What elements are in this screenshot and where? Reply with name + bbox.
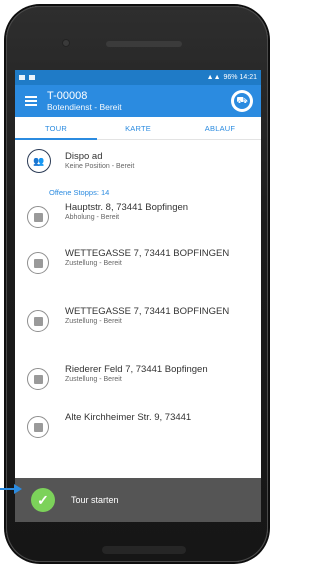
stop-text: Alte Kirchheimer Str. 9, 73441 xyxy=(65,412,235,442)
stop-address: Hauptstr. 8, 73441 Bopfingen xyxy=(65,202,189,213)
stop-meta: Zustellung - Bereit xyxy=(65,318,122,325)
tour-subtitle: Botendienst - Bereit xyxy=(47,102,122,112)
app-screen: ▲▲ 96% 14:21 T-00008 Botendienst - Berei… xyxy=(15,70,261,522)
stop-text: Hauptstr. 8, 73441 Bopfingen Abholung - … xyxy=(65,202,235,248)
stop-address: Riederer Feld 7, 73441 Bopfingen xyxy=(65,364,208,375)
start-tour-label: Tour starten xyxy=(71,495,119,505)
speaker-grille xyxy=(106,41,182,47)
status-left-icons xyxy=(19,75,35,80)
image-icon xyxy=(29,75,35,80)
app-bar: T-00008 Botendienst - Bereit ⛟ xyxy=(15,85,261,117)
stop-address: WETTEGASSE 7, 73441 BOPFINGEN xyxy=(65,306,230,317)
status-bar: ▲▲ 96% 14:21 xyxy=(15,70,261,85)
tab-tour[interactable]: TOUR xyxy=(15,117,97,139)
dispo-status: Keine Position - Bereit xyxy=(65,163,135,170)
stop-text: WETTEGASSE 7, 73441 BOPFINGEN Zustellung… xyxy=(65,306,235,364)
stop-meta: Abholung - Bereit xyxy=(65,214,120,221)
tab-karte[interactable]: KARTE xyxy=(97,117,179,139)
truck-button[interactable]: ⛟ xyxy=(231,90,253,112)
stop-item[interactable]: WETTEGASSE 7, 73441 BOPFINGEN Zustellung… xyxy=(15,306,261,364)
stop-meta: Zustellung - Bereit xyxy=(65,260,122,267)
active-tab-indicator xyxy=(15,138,97,140)
stop-item[interactable]: WETTEGASSE 7, 73441 BOPFINGEN Zustellung… xyxy=(15,248,261,306)
stop-text: WETTEGASSE 7, 73441 BOPFINGEN Zustellung… xyxy=(65,248,235,306)
notification-icon xyxy=(19,75,25,80)
menu-button[interactable] xyxy=(15,85,47,117)
arrow-right-icon xyxy=(0,484,22,494)
home-bar xyxy=(102,546,186,554)
package-icon xyxy=(27,368,49,390)
dispo-item[interactable]: 👥 Dispo ad Keine Position - Bereit xyxy=(15,140,261,182)
stop-meta: Zustellung - Bereit xyxy=(65,376,122,383)
package-icon xyxy=(27,206,49,228)
tab-ablauf[interactable]: ABLAUF xyxy=(179,117,261,139)
package-icon xyxy=(27,252,49,274)
status-right: ▲▲ 96% 14:21 xyxy=(207,74,257,81)
start-tour-bar[interactable]: ✓ Tour starten xyxy=(15,478,261,522)
stop-address: WETTEGASSE 7, 73441 BOPFINGEN xyxy=(65,248,230,259)
open-stops-header: Offene Stopps: 14 xyxy=(49,187,110,197)
package-icon xyxy=(27,310,49,332)
dispo-title: Dispo ad xyxy=(65,151,103,162)
signal-icon: ▲▲ xyxy=(206,74,221,81)
app-titles: T-00008 Botendienst - Bereit xyxy=(47,90,231,112)
stop-address: Alte Kirchheimer Str. 9, 73441 xyxy=(65,412,192,423)
tab-bar: TOUR KARTE ABLAUF xyxy=(15,117,261,140)
stop-item[interactable]: Riederer Feld 7, 73441 Bopfingen Zustell… xyxy=(15,364,261,412)
check-icon[interactable]: ✓ xyxy=(31,488,55,512)
users-icon: 👥 xyxy=(27,149,51,173)
hamburger-icon xyxy=(25,100,37,102)
truck-icon: ⛟ xyxy=(234,93,250,109)
package-icon xyxy=(27,416,49,438)
stop-item[interactable]: Alte Kirchheimer Str. 9, 73441 xyxy=(15,412,261,442)
stop-text: Riederer Feld 7, 73441 Bopfingen Zustell… xyxy=(65,364,235,412)
tour-title: T-00008 xyxy=(47,90,88,102)
stop-item[interactable]: Hauptstr. 8, 73441 Bopfingen Abholung - … xyxy=(15,202,261,248)
camera-icon xyxy=(62,39,70,47)
dispo-text: Dispo ad Keine Position - Bereit xyxy=(65,151,134,171)
status-time: 96% 14:21 xyxy=(223,74,257,81)
